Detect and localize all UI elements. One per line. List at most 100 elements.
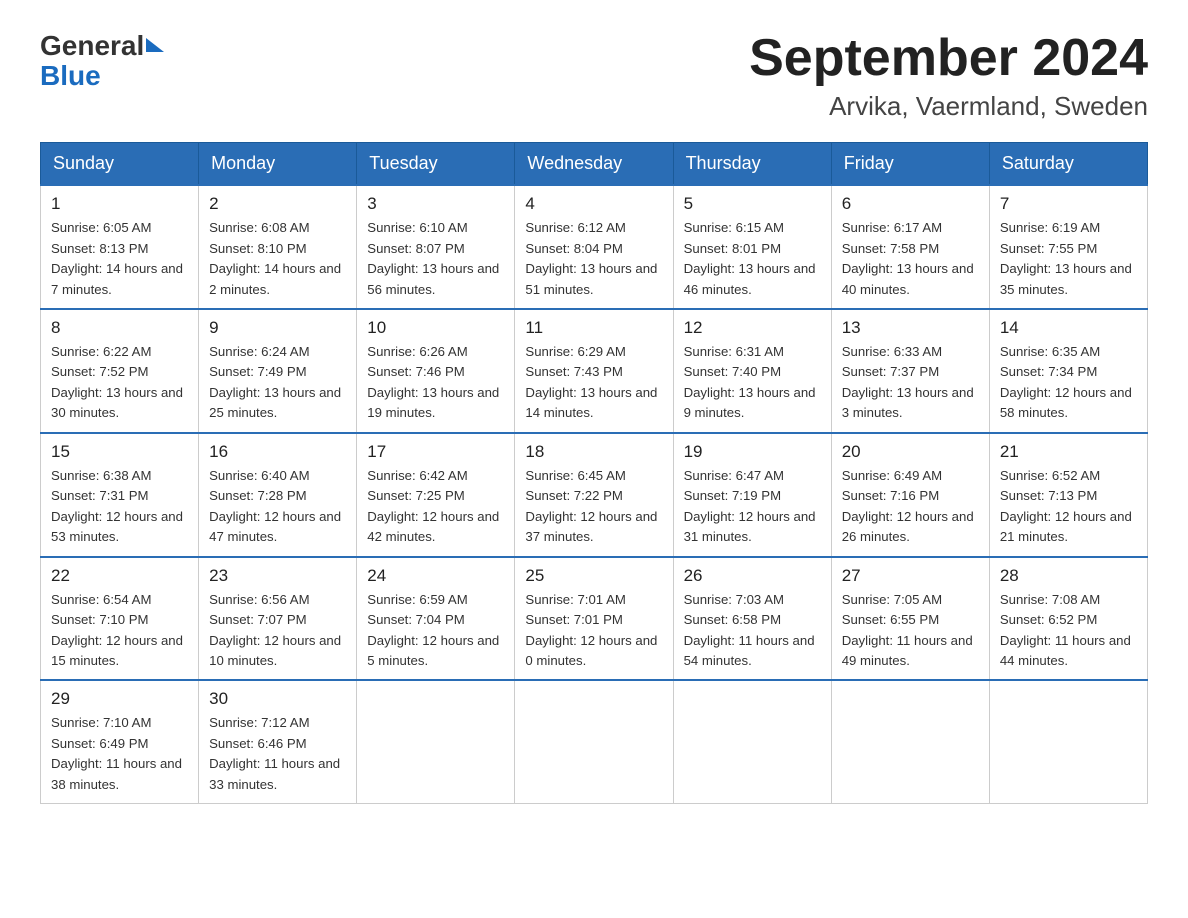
day-number: 23	[209, 566, 346, 586]
day-info: Sunrise: 7:08 AMSunset: 6:52 PMDaylight:…	[1000, 592, 1131, 668]
weekday-header-friday: Friday	[831, 143, 989, 186]
weekday-header-saturday: Saturday	[989, 143, 1147, 186]
month-year-title: September 2024	[749, 30, 1148, 87]
day-number: 28	[1000, 566, 1137, 586]
calendar-cell: 2 Sunrise: 6:08 AMSunset: 8:10 PMDayligh…	[199, 185, 357, 309]
calendar-cell: 4 Sunrise: 6:12 AMSunset: 8:04 PMDayligh…	[515, 185, 673, 309]
calendar-cell: 17 Sunrise: 6:42 AMSunset: 7:25 PMDaylig…	[357, 433, 515, 557]
day-number: 17	[367, 442, 504, 462]
calendar-cell	[989, 680, 1147, 803]
day-info: Sunrise: 6:19 AMSunset: 7:55 PMDaylight:…	[1000, 220, 1132, 296]
day-info: Sunrise: 6:35 AMSunset: 7:34 PMDaylight:…	[1000, 344, 1132, 420]
day-info: Sunrise: 6:29 AMSunset: 7:43 PMDaylight:…	[525, 344, 657, 420]
weekday-header-tuesday: Tuesday	[357, 143, 515, 186]
calendar-cell	[515, 680, 673, 803]
day-info: Sunrise: 6:05 AMSunset: 8:13 PMDaylight:…	[51, 220, 183, 296]
day-number: 14	[1000, 318, 1137, 338]
day-info: Sunrise: 7:03 AMSunset: 6:58 PMDaylight:…	[684, 592, 815, 668]
day-info: Sunrise: 6:54 AMSunset: 7:10 PMDaylight:…	[51, 592, 183, 668]
day-info: Sunrise: 6:10 AMSunset: 8:07 PMDaylight:…	[367, 220, 499, 296]
day-info: Sunrise: 7:01 AMSunset: 7:01 PMDaylight:…	[525, 592, 657, 668]
day-info: Sunrise: 6:49 AMSunset: 7:16 PMDaylight:…	[842, 468, 974, 544]
calendar-cell: 3 Sunrise: 6:10 AMSunset: 8:07 PMDayligh…	[357, 185, 515, 309]
calendar-cell	[673, 680, 831, 803]
weekday-header-sunday: Sunday	[41, 143, 199, 186]
day-info: Sunrise: 7:05 AMSunset: 6:55 PMDaylight:…	[842, 592, 973, 668]
day-number: 1	[51, 194, 188, 214]
calendar-cell: 9 Sunrise: 6:24 AMSunset: 7:49 PMDayligh…	[199, 309, 357, 433]
day-info: Sunrise: 6:59 AMSunset: 7:04 PMDaylight:…	[367, 592, 499, 668]
day-info: Sunrise: 6:38 AMSunset: 7:31 PMDaylight:…	[51, 468, 183, 544]
page-header: General Blue September 2024 Arvika, Vaer…	[40, 30, 1148, 122]
day-number: 12	[684, 318, 821, 338]
location-title: Arvika, Vaermland, Sweden	[749, 91, 1148, 122]
calendar-cell: 16 Sunrise: 6:40 AMSunset: 7:28 PMDaylig…	[199, 433, 357, 557]
day-number: 10	[367, 318, 504, 338]
day-number: 29	[51, 689, 188, 709]
logo-triangle-icon	[146, 38, 164, 52]
day-number: 20	[842, 442, 979, 462]
day-info: Sunrise: 6:15 AMSunset: 8:01 PMDaylight:…	[684, 220, 816, 296]
calendar-cell: 11 Sunrise: 6:29 AMSunset: 7:43 PMDaylig…	[515, 309, 673, 433]
day-info: Sunrise: 6:12 AMSunset: 8:04 PMDaylight:…	[525, 220, 657, 296]
day-info: Sunrise: 6:52 AMSunset: 7:13 PMDaylight:…	[1000, 468, 1132, 544]
day-number: 8	[51, 318, 188, 338]
day-number: 30	[209, 689, 346, 709]
day-number: 4	[525, 194, 662, 214]
calendar-cell: 25 Sunrise: 7:01 AMSunset: 7:01 PMDaylig…	[515, 557, 673, 681]
calendar-cell: 8 Sunrise: 6:22 AMSunset: 7:52 PMDayligh…	[41, 309, 199, 433]
weekday-header-thursday: Thursday	[673, 143, 831, 186]
day-info: Sunrise: 7:12 AMSunset: 6:46 PMDaylight:…	[209, 715, 340, 791]
day-info: Sunrise: 6:45 AMSunset: 7:22 PMDaylight:…	[525, 468, 657, 544]
day-number: 22	[51, 566, 188, 586]
calendar-cell: 18 Sunrise: 6:45 AMSunset: 7:22 PMDaylig…	[515, 433, 673, 557]
day-info: Sunrise: 7:10 AMSunset: 6:49 PMDaylight:…	[51, 715, 182, 791]
title-area: September 2024 Arvika, Vaermland, Sweden	[749, 30, 1148, 122]
day-number: 9	[209, 318, 346, 338]
calendar-cell: 30 Sunrise: 7:12 AMSunset: 6:46 PMDaylig…	[199, 680, 357, 803]
day-info: Sunrise: 6:56 AMSunset: 7:07 PMDaylight:…	[209, 592, 341, 668]
week-row-1: 1 Sunrise: 6:05 AMSunset: 8:13 PMDayligh…	[41, 185, 1148, 309]
day-info: Sunrise: 6:24 AMSunset: 7:49 PMDaylight:…	[209, 344, 341, 420]
calendar-cell: 21 Sunrise: 6:52 AMSunset: 7:13 PMDaylig…	[989, 433, 1147, 557]
logo-blue-text: Blue	[40, 60, 101, 92]
day-number: 25	[525, 566, 662, 586]
day-number: 3	[367, 194, 504, 214]
day-info: Sunrise: 6:31 AMSunset: 7:40 PMDaylight:…	[684, 344, 816, 420]
calendar-cell: 5 Sunrise: 6:15 AMSunset: 8:01 PMDayligh…	[673, 185, 831, 309]
day-info: Sunrise: 6:17 AMSunset: 7:58 PMDaylight:…	[842, 220, 974, 296]
day-number: 11	[525, 318, 662, 338]
day-info: Sunrise: 6:42 AMSunset: 7:25 PMDaylight:…	[367, 468, 499, 544]
day-number: 21	[1000, 442, 1137, 462]
day-number: 6	[842, 194, 979, 214]
day-number: 13	[842, 318, 979, 338]
week-row-2: 8 Sunrise: 6:22 AMSunset: 7:52 PMDayligh…	[41, 309, 1148, 433]
calendar-cell: 19 Sunrise: 6:47 AMSunset: 7:19 PMDaylig…	[673, 433, 831, 557]
weekday-header-wednesday: Wednesday	[515, 143, 673, 186]
calendar-cell: 12 Sunrise: 6:31 AMSunset: 7:40 PMDaylig…	[673, 309, 831, 433]
calendar-cell: 1 Sunrise: 6:05 AMSunset: 8:13 PMDayligh…	[41, 185, 199, 309]
day-info: Sunrise: 6:22 AMSunset: 7:52 PMDaylight:…	[51, 344, 183, 420]
calendar-cell: 22 Sunrise: 6:54 AMSunset: 7:10 PMDaylig…	[41, 557, 199, 681]
day-info: Sunrise: 6:33 AMSunset: 7:37 PMDaylight:…	[842, 344, 974, 420]
calendar-cell: 20 Sunrise: 6:49 AMSunset: 7:16 PMDaylig…	[831, 433, 989, 557]
calendar-cell: 14 Sunrise: 6:35 AMSunset: 7:34 PMDaylig…	[989, 309, 1147, 433]
calendar-table: SundayMondayTuesdayWednesdayThursdayFrid…	[40, 142, 1148, 804]
calendar-cell: 24 Sunrise: 6:59 AMSunset: 7:04 PMDaylig…	[357, 557, 515, 681]
day-info: Sunrise: 6:47 AMSunset: 7:19 PMDaylight:…	[684, 468, 816, 544]
day-info: Sunrise: 6:26 AMSunset: 7:46 PMDaylight:…	[367, 344, 499, 420]
calendar-cell: 15 Sunrise: 6:38 AMSunset: 7:31 PMDaylig…	[41, 433, 199, 557]
week-row-5: 29 Sunrise: 7:10 AMSunset: 6:49 PMDaylig…	[41, 680, 1148, 803]
calendar-cell	[357, 680, 515, 803]
calendar-cell: 27 Sunrise: 7:05 AMSunset: 6:55 PMDaylig…	[831, 557, 989, 681]
day-number: 19	[684, 442, 821, 462]
logo: General Blue	[40, 30, 164, 92]
calendar-cell: 28 Sunrise: 7:08 AMSunset: 6:52 PMDaylig…	[989, 557, 1147, 681]
day-number: 18	[525, 442, 662, 462]
day-info: Sunrise: 6:40 AMSunset: 7:28 PMDaylight:…	[209, 468, 341, 544]
day-number: 27	[842, 566, 979, 586]
day-number: 2	[209, 194, 346, 214]
calendar-cell: 26 Sunrise: 7:03 AMSunset: 6:58 PMDaylig…	[673, 557, 831, 681]
day-number: 5	[684, 194, 821, 214]
weekday-header-monday: Monday	[199, 143, 357, 186]
